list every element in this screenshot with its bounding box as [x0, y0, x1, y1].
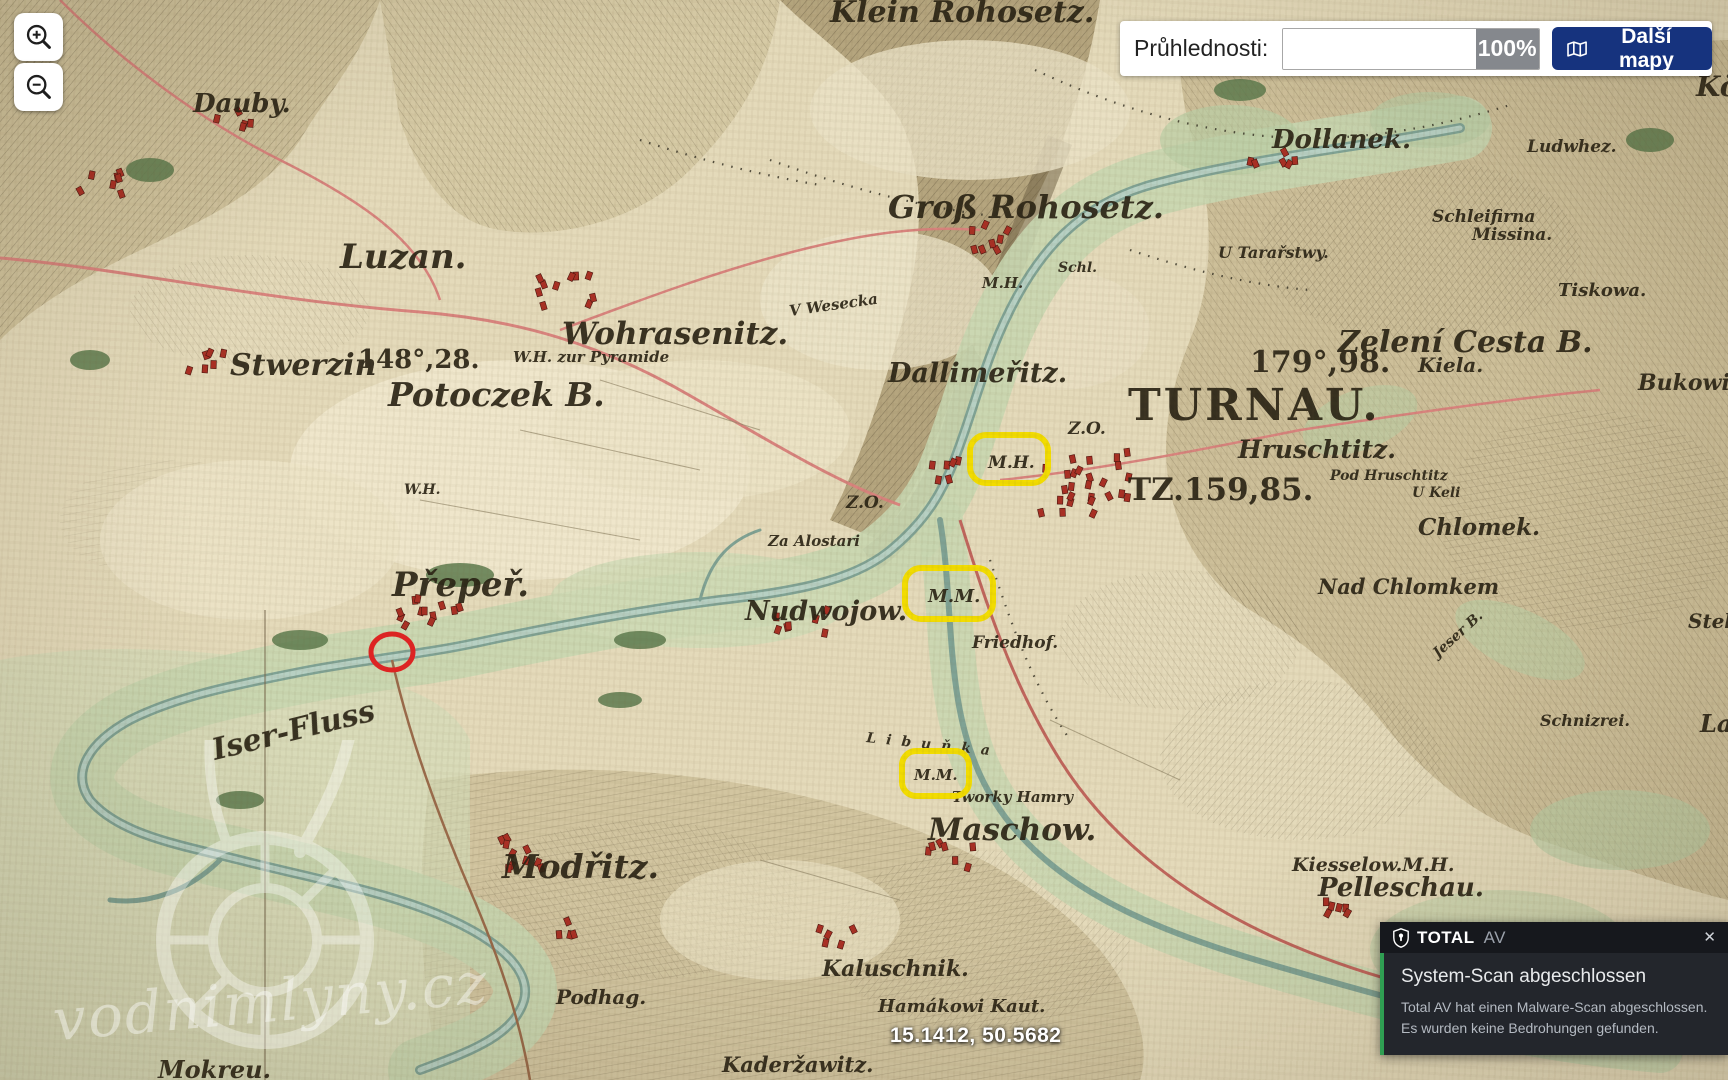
opacity-panel: Průhlednosti: 100% Další mapy	[1120, 21, 1712, 76]
village-marker	[1085, 480, 1092, 489]
more-maps-label: Další mapy	[1596, 25, 1697, 73]
magnifier-plus-icon	[24, 22, 54, 52]
village-marker	[970, 843, 976, 851]
village-marker	[1060, 508, 1066, 516]
village-marker	[821, 629, 828, 638]
opacity-label: Průhlednosti:	[1134, 35, 1268, 62]
notification-line2: Es wurden keine Bedrohungen gefunden.	[1401, 1018, 1716, 1039]
village-marker	[1086, 456, 1092, 465]
brand-total: TOTAL	[1417, 928, 1475, 948]
opacity-value: 100%	[1476, 29, 1539, 69]
village-marker	[997, 235, 1004, 244]
village-marker	[969, 226, 975, 234]
village-marker	[211, 360, 217, 368]
village-marker	[774, 613, 780, 621]
village-marker	[503, 840, 510, 849]
notification-title: System-Scan abgeschlossen	[1401, 966, 1716, 988]
opacity-slider-track[interactable]	[1283, 29, 1475, 69]
map-viewer: Klein Rohosetz.Dauby.Luzan.Groß Rohosetz…	[0, 0, 1728, 1080]
village-marker	[414, 594, 421, 603]
village-marker	[247, 119, 253, 127]
village-marker	[1068, 482, 1074, 491]
brand-av: AV	[1484, 928, 1506, 948]
close-icon[interactable]: ✕	[1703, 930, 1716, 945]
village-marker	[1124, 493, 1131, 502]
shield-icon	[1393, 928, 1409, 948]
opacity-slider[interactable]: 100%	[1282, 28, 1539, 70]
village-marker	[952, 856, 958, 864]
village-marker	[506, 864, 512, 872]
village-marker	[1118, 489, 1125, 498]
village-marker	[1124, 448, 1131, 457]
village-marker	[422, 607, 428, 615]
zoom-in-button[interactable]	[14, 13, 63, 61]
village-marker	[1114, 454, 1120, 462]
map-canvas[interactable]: Klein Rohosetz.Dauby.Luzan.Groß Rohosetz…	[0, 0, 1728, 1080]
village-marker	[1292, 156, 1298, 164]
village-marker	[1115, 461, 1122, 470]
village-marker	[220, 349, 227, 358]
village-marker	[1064, 470, 1070, 478]
village-marker	[202, 365, 208, 373]
more-maps-button[interactable]: Další mapy	[1552, 27, 1712, 70]
village-marker	[1057, 496, 1063, 504]
village-marker	[556, 930, 562, 938]
coordinates-readout: 15.1412, 50.5682	[890, 1024, 1062, 1048]
village-marker	[785, 622, 791, 630]
notification-line1: Total AV hat einen Malware-Scan abgeschl…	[1401, 997, 1716, 1018]
totalav-notification: TOTAL AV ✕ System-Scan abgeschlossen Tota…	[1380, 922, 1728, 1055]
magnifier-minus-icon	[24, 72, 54, 102]
totalav-body: System-Scan abgeschlossen Total AV hat e…	[1380, 953, 1728, 1055]
village-marker	[1061, 485, 1068, 494]
village-marker	[1323, 898, 1329, 906]
village-marker	[935, 476, 942, 485]
map-icon	[1567, 40, 1587, 58]
village-marker	[929, 461, 935, 470]
totalav-header: TOTAL AV ✕	[1380, 922, 1728, 953]
zoom-out-button[interactable]	[14, 63, 63, 111]
village-marker	[88, 171, 95, 180]
